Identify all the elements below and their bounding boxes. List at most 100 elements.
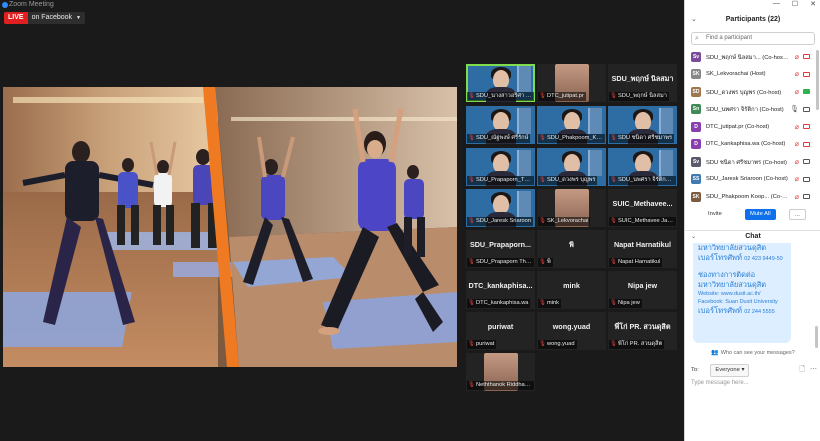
participant-name: SDU_นพศรา จิรัติกานนท์: [617, 177, 676, 183]
participant-tile[interactable]: DTC_kankaphisa... 🎙DTC_kankaphisa.wa: [466, 271, 535, 309]
mic-muted-icon: 🎙: [610, 259, 617, 265]
mic-muted-icon[interactable]: ⌀: [795, 88, 799, 96]
mic-muted-icon[interactable]: ⌀: [795, 193, 799, 201]
mic-muted-icon[interactable]: ⌀: [795, 123, 799, 131]
participant-tile[interactable]: 🎙SDU_Prapaporn_Thon: [466, 148, 535, 186]
participants-header: ⌄ Participants (22): [685, 12, 820, 28]
mic-muted-icon: 🎙: [468, 177, 475, 183]
participant-name-label: 🎙wong.yuad: [538, 340, 577, 349]
chat-scrollbar[interactable]: [815, 326, 818, 348]
mic-muted-icon: 🎙: [539, 341, 546, 347]
participant-display-name: SDU_พฤกษ์ นิลสมา: [611, 74, 674, 83]
video-icon[interactable]: [803, 194, 810, 200]
mic-muted-icon: 🎙: [539, 135, 546, 141]
avatar: D: [691, 139, 701, 150]
participant-tile[interactable]: puriwat 🎙puriwat: [466, 312, 535, 350]
mic-muted-icon: 🎙: [610, 93, 617, 99]
participant-tile[interactable]: พิ 🎙พิ: [537, 230, 606, 268]
maximize-icon[interactable]: ☐: [792, 0, 798, 10]
participant-name: Nipa jew: [617, 300, 640, 306]
participant-tile[interactable]: 🎙SDU ชนิดา ศรีชมาพร: [608, 106, 677, 144]
recipient-select[interactable]: Everyone ▾: [710, 364, 750, 377]
chat-message-input[interactable]: Type message here...: [691, 377, 817, 389]
participant-tile[interactable]: 🎙SDU_นพศรา จิรัติกานนท์: [608, 148, 677, 186]
participant-search-input[interactable]: ⌕ Find a participant: [691, 32, 815, 45]
video-off-icon[interactable]: [803, 71, 810, 77]
participant-row[interactable]: SK SK_Lekvorachai (Host) ⌀: [685, 66, 815, 84]
participant-name: พี่โก่ PR. สวนดุสิต: [617, 341, 663, 347]
participant-tile[interactable]: SDU_Prapaporn... 🎙SDU_Prapaporn Thon: [466, 230, 535, 268]
participant-name-label: 🎙SDU_นางสาวอริศา คำใส: [467, 92, 534, 101]
participant-tile[interactable]: SUIC_Methavee... 🎙SUIC_Methavee Jaibu: [608, 189, 677, 227]
minimize-icon[interactable]: —: [773, 0, 780, 10]
participant-row[interactable]: Sn SDU_นพศรา จิรัติกา (Co-host) 🎙: [685, 101, 815, 119]
video-icon[interactable]: [803, 176, 810, 182]
participant-tile[interactable]: Napat Harnatikul 🎙Napat Harnatikul: [608, 230, 677, 268]
video-off-icon[interactable]: [803, 54, 810, 60]
mic-muted-icon[interactable]: ⌀: [795, 140, 799, 148]
video-off-icon[interactable]: [803, 141, 810, 147]
participant-row[interactable]: SS SDU_Jaresk Sriaroon (Co-host) ⌀: [685, 171, 815, 189]
participant-tile[interactable]: 🎙SDU_Phakpoom_Koop: [537, 106, 606, 144]
mic-icon[interactable]: 🎙: [790, 105, 799, 113]
participant-row[interactable]: D DTC_kankaphisa.wa (Co-host) ⌀: [685, 136, 815, 154]
participant-tile[interactable]: พี่โก่ PR. สวนดุสิต 🎙พี่โก่ PR. สวนดุสิต: [608, 312, 677, 350]
participants-title: Participants (22): [725, 16, 781, 23]
participant-tile[interactable]: 🎙SK_Lekvorachai: [537, 189, 606, 227]
participant-tile[interactable]: 🎙SDU_นางสาวอริศา คำใส: [466, 64, 535, 102]
mic-muted-icon[interactable]: ⌀: [795, 158, 799, 166]
more-options-button[interactable]: ...: [789, 209, 806, 220]
participant-list: Sv SDU_พฤกษ์ นิลสมา... (Co-host, me) ⌀ SK SK…: [685, 48, 815, 206]
live-streaming-indicator[interactable]: LIVE on Facebook ▼: [4, 12, 85, 24]
mute-all-button[interactable]: Mute All: [745, 209, 776, 220]
live-platform-label: on Facebook: [31, 14, 73, 21]
participant-name-label: 🎙Napat Harnatikul: [609, 258, 663, 267]
participant-tile[interactable]: Nipa jew 🎙Nipa jew: [608, 271, 677, 309]
file-icon[interactable]: 🗋: [799, 364, 805, 375]
participant-row[interactable]: SD SDU_ดวงพร บุญพร (Co-host) ⌀: [685, 83, 815, 101]
participant-name: DTC_jutipat.pr: [546, 93, 584, 99]
video-icon[interactable]: [803, 159, 810, 165]
background-building: [659, 108, 673, 134]
participant-tile[interactable]: 🎙Neththanok Riddhagni: [466, 353, 535, 391]
participant-row[interactable]: SK SDU_Phakpoom Koop... (Co-host) ⌀: [685, 188, 815, 206]
participant-row[interactable]: Sv SDU ชนิดา ศรีชมาพร (Co-host) ⌀: [685, 153, 815, 171]
participant-tile[interactable]: wong.yuad 🎙wong.yuad: [537, 312, 606, 350]
participant-tile[interactable]: mink 🎙mink: [537, 271, 606, 309]
participant-name-label: 🎙SDU_นพศรา จิรัติกานนท์: [609, 176, 676, 185]
participant-name: puriwat: [475, 341, 495, 347]
who-can-see-link[interactable]: 👥 Who can see your messages?: [685, 349, 820, 356]
participant-name: DTC_jutipat.pr (Co-host): [706, 123, 770, 130]
zoom-logo-icon: [2, 2, 8, 8]
mic-muted-icon: 🎙: [610, 300, 617, 306]
mic-muted-icon[interactable]: ⌀: [795, 175, 799, 183]
participant-name: SK_Lekvorachai (Host): [706, 71, 766, 78]
participant-name: Neththanok Riddhagni: [475, 382, 533, 388]
background-building: [517, 108, 531, 134]
mic-muted-icon[interactable]: ⌀: [795, 70, 799, 78]
shared-screen-video: [3, 87, 457, 367]
participant-tile[interactable]: 🎙SDU_ดวงพร บุญพร: [537, 148, 606, 186]
chat-text: ช่องทางการติดต่อ: [698, 270, 756, 279]
participant-list-scrollbar[interactable]: [816, 50, 819, 110]
chat-website[interactable]: Website: www.dusit.ac.th/: [698, 290, 786, 298]
close-icon[interactable]: ✕: [810, 0, 816, 10]
participant-name-label: 🎙SDU_Prapaporn_Thon: [467, 176, 534, 185]
participant-tile[interactable]: 🎙DTC_jutipat.pr: [537, 64, 606, 102]
participant-row[interactable]: D DTC_jutipat.pr (Co-host) ⌀: [685, 118, 815, 136]
mic-muted-icon[interactable]: ⌀: [795, 53, 799, 61]
invite-button[interactable]: Invite: [703, 209, 727, 220]
video-off-icon[interactable]: [803, 124, 810, 130]
yoga-class-video-image: [3, 87, 457, 367]
more-icon[interactable]: ⋯: [810, 364, 817, 375]
video-icon[interactable]: [803, 106, 810, 112]
people-icon: 👥: [711, 350, 719, 356]
participant-tile[interactable]: 🎙SDU_ณัฐพงษ์ ศรีรักษ์: [466, 106, 535, 144]
participant-tile[interactable]: SDU_พฤกษ์ นิลสมา 🎙SDU_พฤกษ์ นิลสมา: [608, 64, 677, 102]
participant-row[interactable]: Sv SDU_พฤกษ์ นิลสมา... (Co-host, me) ⌀: [685, 48, 815, 66]
participant-display-name: wong.yuad: [552, 322, 591, 331]
participant-name: SDU_Prapaporn Thon: [475, 259, 533, 265]
participant-name: SK_Lekvorachai: [546, 218, 589, 224]
participant-tile[interactable]: 🎙SDU_Jaresk Sriaroon: [466, 189, 535, 227]
video-icon[interactable]: [803, 89, 810, 95]
